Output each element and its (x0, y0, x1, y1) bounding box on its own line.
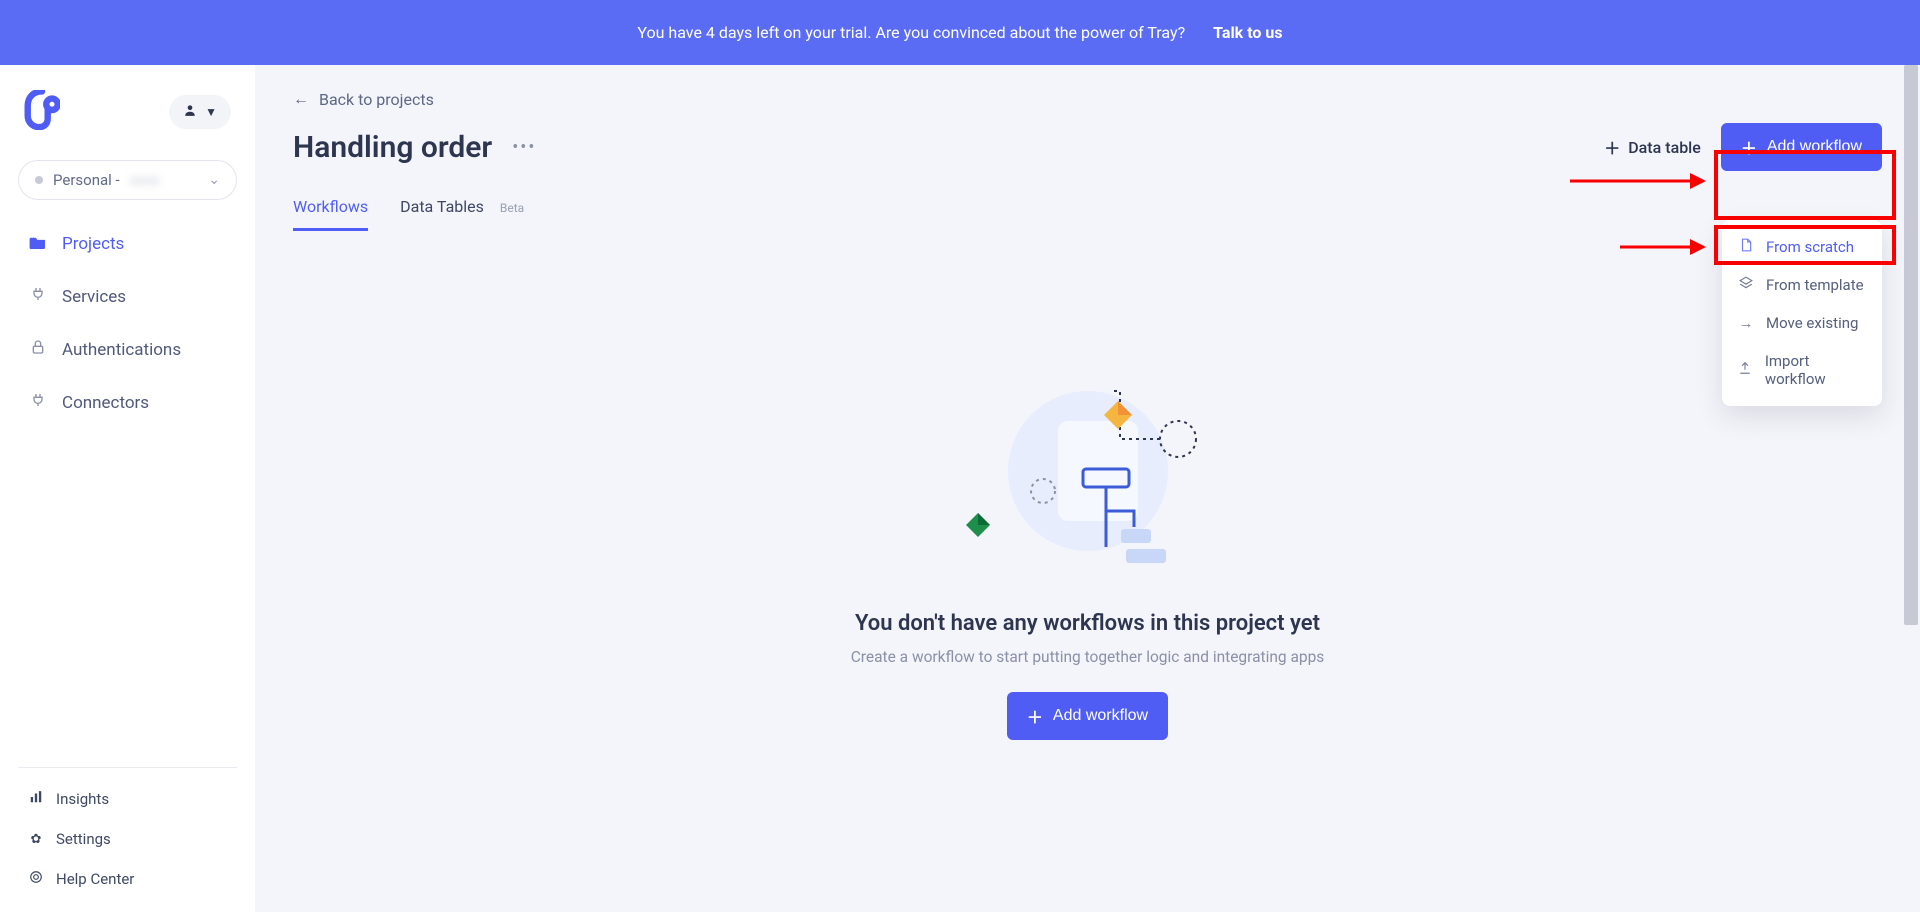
chevron-down-icon: ⌄ (208, 172, 220, 188)
sidebar-footer: Insights ✿ Settings Help Center (18, 786, 237, 892)
sidebar-footer-label: Help Center (56, 870, 134, 888)
add-workflow-button[interactable]: ＋ Add workflow (1721, 123, 1882, 171)
life-ring-icon (28, 870, 44, 888)
dropdown-item-label: Move existing (1766, 314, 1858, 332)
data-table-label: Data table (1628, 138, 1701, 157)
dropdown-item-label: From template (1766, 276, 1864, 294)
dropdown-item-from-template[interactable]: From template (1722, 266, 1882, 304)
title-actions: ＋ Data table ＋ Add workflow (1604, 123, 1882, 171)
talk-to-us-link[interactable]: Talk to us (1213, 23, 1282, 42)
tabs: Workflows Data Tables Beta (293, 191, 1882, 231)
file-icon (1738, 238, 1754, 256)
empty-add-workflow-label: Add workflow (1053, 707, 1148, 725)
caret-down-icon: ▼ (205, 105, 217, 119)
plus-icon: ＋ (1604, 135, 1620, 159)
tab-workflows[interactable]: Workflows (293, 191, 368, 231)
sidebar-footer-help-center[interactable]: Help Center (18, 866, 237, 892)
empty-state: You don't have any workflows in this pro… (293, 361, 1882, 740)
empty-state-subtitle: Create a workflow to start putting toget… (851, 648, 1325, 666)
annotation-arrow-2 (1620, 235, 1710, 263)
person-icon (183, 103, 197, 121)
sidebar-top: ▼ (18, 90, 237, 134)
back-to-projects-link[interactable]: ← Back to projects (293, 89, 434, 109)
lock-icon (28, 339, 48, 360)
dropdown-item-label: Import workflow (1765, 352, 1866, 388)
sidebar-footer-label: Settings (56, 830, 111, 848)
sidebar-item-authentications[interactable]: Authentications (18, 329, 237, 370)
tab-data-tables[interactable]: Data Tables Beta (400, 191, 524, 231)
sidebar: ▼ Personal - xxxx ⌄ Projects Services (0, 65, 255, 912)
add-workflow-dropdown: From scratch From template → Move existi… (1722, 220, 1882, 406)
dropdown-item-import-workflow[interactable]: Import workflow (1722, 342, 1882, 398)
back-label: Back to projects (319, 90, 434, 109)
title-row: Handling order ••• ＋ Data table ＋ Add wo… (293, 123, 1882, 171)
sidebar-item-label: Connectors (62, 393, 149, 413)
main-scroll[interactable]: ← Back to projects Handling order ••• ＋ … (255, 65, 1920, 912)
sidebar-item-projects[interactable]: Projects (18, 224, 237, 264)
layers-icon (1738, 276, 1754, 294)
trial-banner: You have 4 days left on your trial. Are … (0, 0, 1920, 65)
workspace-label: Personal - (53, 171, 120, 189)
tab-label: Data Tables (400, 197, 484, 216)
trial-banner-message: You have 4 days left on your trial. Are … (637, 23, 1185, 42)
sidebar-item-label: Services (62, 287, 126, 307)
arrow-right-icon: → (1738, 314, 1754, 332)
workspace-selector[interactable]: Personal - xxxx ⌄ (18, 160, 237, 200)
more-options-button[interactable]: ••• (512, 137, 536, 158)
sidebar-item-label: Projects (62, 234, 124, 254)
sidebar-nav: Projects Services Authentications Connec… (18, 224, 237, 759)
folder-icon (28, 234, 48, 254)
add-data-table-button[interactable]: ＋ Data table (1604, 135, 1701, 159)
sidebar-item-label: Authentications (62, 340, 181, 360)
arrow-left-icon: ← (293, 89, 309, 109)
empty-add-workflow-button[interactable]: ＋ Add workflow (1007, 692, 1168, 740)
sidebar-item-connectors[interactable]: Connectors (18, 382, 237, 423)
sidebar-item-services[interactable]: Services (18, 276, 237, 317)
main-scrollbar-thumb[interactable] (1904, 65, 1918, 625)
workspace-dot-icon (35, 176, 43, 184)
sidebar-footer-insights[interactable]: Insights (18, 786, 237, 812)
logo-icon (24, 90, 60, 130)
profile-menu-button[interactable]: ▼ (169, 95, 231, 129)
plug-icon (28, 286, 48, 307)
brand-logo[interactable] (24, 90, 60, 134)
plug-icon (28, 392, 48, 413)
gear-icon: ✿ (28, 832, 44, 847)
sidebar-footer-settings[interactable]: ✿ Settings (18, 826, 237, 852)
page-title: Handling order (293, 130, 492, 165)
app-body: ▼ Personal - xxxx ⌄ Projects Services (0, 65, 1920, 912)
add-workflow-label: Add workflow (1767, 138, 1862, 156)
bar-chart-icon (28, 790, 44, 808)
dropdown-item-from-scratch[interactable]: From scratch (1722, 228, 1882, 266)
empty-state-title: You don't have any workflows in this pro… (855, 611, 1320, 636)
sidebar-divider (18, 767, 237, 768)
workspace-label-hidden: xxxx (130, 171, 160, 189)
title-left: Handling order ••• (293, 130, 536, 165)
main-content: ← Back to projects Handling order ••• ＋ … (255, 65, 1920, 912)
empty-illustration (948, 361, 1228, 581)
beta-badge: Beta (500, 201, 524, 215)
plus-icon: ＋ (1027, 704, 1043, 728)
sidebar-footer-label: Insights (56, 790, 109, 808)
plus-icon: ＋ (1741, 135, 1757, 159)
dropdown-item-label: From scratch (1766, 238, 1854, 256)
dropdown-item-move-existing[interactable]: → Move existing (1722, 304, 1882, 342)
upload-icon (1738, 361, 1753, 379)
tab-label: Workflows (293, 197, 368, 216)
